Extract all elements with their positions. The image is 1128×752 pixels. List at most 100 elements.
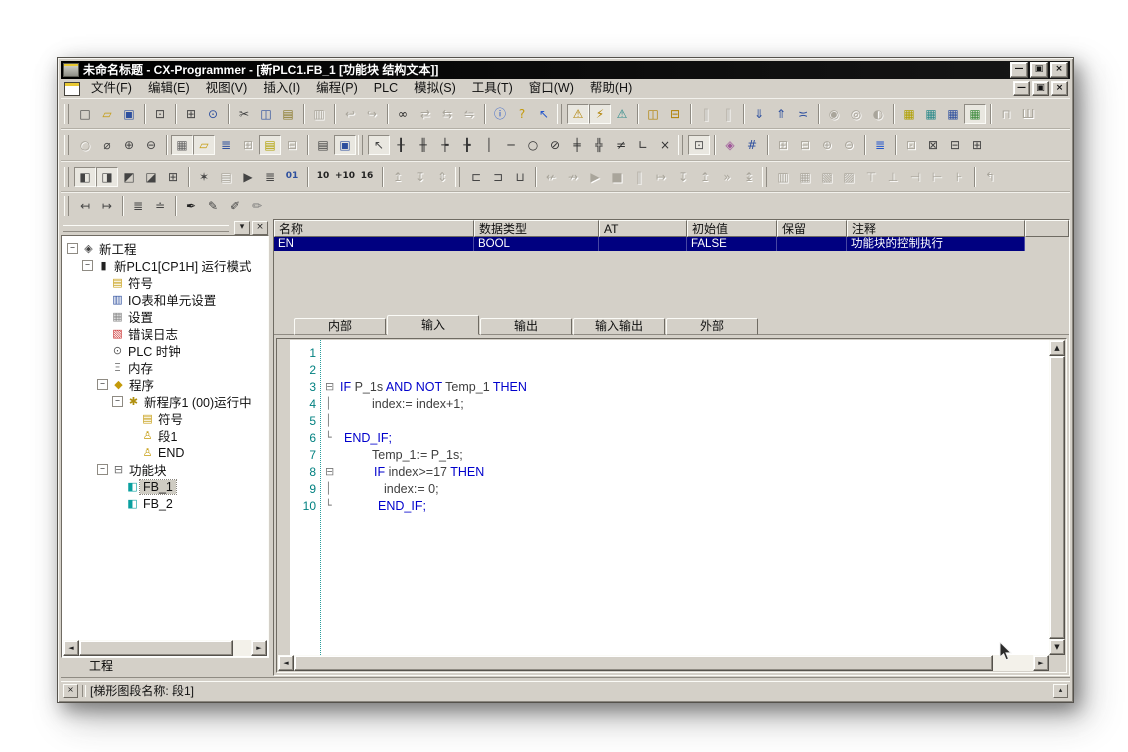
toolbar-grip[interactable] xyxy=(557,104,562,124)
close-button[interactable]: × xyxy=(1051,81,1068,96)
scroll-down-icon[interactable]: ▼ xyxy=(1049,639,1065,655)
paste-button[interactable]: ▤ xyxy=(277,104,299,124)
tree-item-program-1-symbols[interactable]: ▤符号 xyxy=(63,410,267,427)
tree-item-fb-2[interactable]: ◧FB_2 xyxy=(63,495,267,512)
select-mode-button[interactable]: ↖ xyxy=(368,135,390,155)
column-header-retained[interactable]: 保留 xyxy=(777,220,847,237)
toolbar-grip[interactable] xyxy=(455,167,460,187)
variable-row-en[interactable]: ENBOOLFALSE功能块的控制执行 xyxy=(274,237,1025,251)
zoom-custom-button[interactable]: ⌀ xyxy=(96,135,118,155)
bookmark-toggle-button[interactable]: ✒ xyxy=(180,196,202,216)
online-edit-release-button[interactable]: ⊔ xyxy=(509,167,531,187)
new-closed-coil-button[interactable]: ⊘ xyxy=(544,135,566,155)
expander-function-blocks[interactable]: − xyxy=(97,464,108,475)
tree-item-memory[interactable]: Ξ内存 xyxy=(63,359,267,376)
format-align-button[interactable]: ≐ xyxy=(149,196,171,216)
upload-from-plc-button[interactable]: ⇑ xyxy=(770,104,792,124)
keyboard-mapping-button[interactable]: # xyxy=(741,135,763,155)
output-scroll-up-button[interactable]: ▴ xyxy=(1053,684,1068,698)
menu-help[interactable]: 帮助(H) xyxy=(582,80,640,97)
bookmark-prev-button[interactable]: ✐ xyxy=(224,196,246,216)
scroll-left-icon[interactable]: ◄ xyxy=(278,655,294,671)
format-list-button[interactable]: ≣ xyxy=(127,196,149,216)
minimize-button[interactable]: — xyxy=(1013,81,1030,96)
editor-vscroll-thumb[interactable] xyxy=(1049,356,1065,639)
code-line-7[interactable]: 7Temp_1:= P_1s; xyxy=(290,447,1049,464)
variable-tab-2[interactable]: 输出 xyxy=(480,318,572,335)
scroll-left-icon[interactable]: ◄ xyxy=(63,640,79,656)
tree-item-section-end[interactable]: ♙END xyxy=(63,444,267,461)
code-line-10[interactable]: 10└END_IF; xyxy=(290,498,1049,515)
about-info-button[interactable]: ⓘ xyxy=(489,104,511,124)
toolbar-grip[interactable] xyxy=(762,167,767,187)
copy-button[interactable]: ◫ xyxy=(255,104,277,124)
expander-project-root[interactable]: − xyxy=(67,243,78,254)
code-area[interactable]: 123⊟IF P_1s AND NOT Temp_1 THEN4│index:=… xyxy=(290,340,1049,655)
indent-button[interactable]: ↦ xyxy=(96,196,118,216)
menu-simulation[interactable]: 模拟(S) xyxy=(406,80,464,97)
column-header-data_type[interactable]: 数据类型 xyxy=(474,220,599,237)
column-header-at[interactable]: AT xyxy=(599,220,687,237)
statement-list-view-button[interactable]: ≣ xyxy=(259,167,281,187)
zoom-in-button[interactable]: ⊕ xyxy=(118,135,140,155)
column-header-initial_value[interactable]: 初始值 xyxy=(687,220,777,237)
toggle-address-reference-button[interactable]: ⊞ xyxy=(162,167,184,187)
menu-insert[interactable]: 插入(I) xyxy=(255,80,308,97)
tree-hscroll-thumb[interactable] xyxy=(79,640,233,656)
mode-program-button[interactable]: ▦ xyxy=(898,104,920,124)
delete-connection-button[interactable]: × xyxy=(654,135,676,155)
print-preview-button[interactable]: ⊙ xyxy=(202,104,224,124)
compare-with-plc-button[interactable]: ≍ xyxy=(792,104,814,124)
force-status-sheet-button[interactable]: ⊠ xyxy=(922,135,944,155)
compile-all-button[interactable]: ⚡ xyxy=(589,104,611,124)
mnemonic-view-button[interactable]: ▤ xyxy=(312,135,334,155)
toolbar-grip[interactable] xyxy=(358,135,363,155)
show-grid-button[interactable]: ▦ xyxy=(171,135,193,155)
dock-menu-button[interactable]: ▾ xyxy=(234,221,250,235)
menu-window[interactable]: 窗口(W) xyxy=(521,80,582,97)
context-help-button[interactable]: ↖ xyxy=(533,104,555,124)
tree-item-program-1[interactable]: −✱新程序1 (00)运行中 xyxy=(63,393,267,410)
new-instruction-button[interactable]: ╪ xyxy=(566,135,588,155)
new-closed-contact-button[interactable]: ╫ xyxy=(412,135,434,155)
toolbar-grip[interactable] xyxy=(64,167,69,187)
column-header-name[interactable]: 名称 xyxy=(274,220,474,237)
workspace-tab-project[interactable]: 工程 xyxy=(64,658,138,676)
menu-edit[interactable]: 编辑(E) xyxy=(140,80,198,97)
toggle-workspace-button[interactable]: ◧ xyxy=(74,167,96,187)
mode-debug-button[interactable]: ▦ xyxy=(920,104,942,124)
toolbar-grip[interactable] xyxy=(678,135,683,155)
restore-button[interactable]: ▣ xyxy=(1030,62,1048,78)
work-online-button[interactable]: ◫ xyxy=(642,104,664,124)
cut-button[interactable]: ✂ xyxy=(233,104,255,124)
scroll-up-icon[interactable]: ▲ xyxy=(1049,340,1065,356)
zoom-out-button[interactable]: ⊖ xyxy=(140,135,162,155)
tree-item-settings[interactable]: ▦设置 xyxy=(63,308,267,325)
address-display-button[interactable]: ≣ xyxy=(215,135,237,155)
online-edit-begin-button[interactable]: ⊏ xyxy=(465,167,487,187)
variable-tab-1[interactable]: 输入 xyxy=(387,315,479,335)
document-window-icon[interactable] xyxy=(64,82,80,96)
online-edit-view-button[interactable]: ⊡ xyxy=(688,135,710,155)
tree-item-function-blocks[interactable]: −⊟功能块 xyxy=(63,461,267,478)
outdent-button[interactable]: ↤ xyxy=(74,196,96,216)
restore-button[interactable]: ▣ xyxy=(1032,81,1049,96)
symbol-tree-button[interactable]: ≣ xyxy=(869,135,891,155)
menu-file[interactable]: 文件(F) xyxy=(83,80,140,97)
bookmark-next-button[interactable]: ✎ xyxy=(202,196,224,216)
properties-button[interactable]: ✶ xyxy=(193,167,215,187)
print-button[interactable]: ⊞ xyxy=(180,104,202,124)
tree-item-error-log[interactable]: ▧错误日志 xyxy=(63,325,267,342)
compile-program-button[interactable]: ⚠ xyxy=(567,104,589,124)
toggle-output-window-button[interactable]: ◨ xyxy=(96,167,118,187)
code-line-9[interactable]: 9│index:= 0; xyxy=(290,481,1049,498)
tree-item-plc-clock[interactable]: ⊙PLC 时钟 xyxy=(63,342,267,359)
menu-program[interactable]: 编程(P) xyxy=(308,80,366,97)
toggle-watch-window-button[interactable]: ◩ xyxy=(118,167,140,187)
mode-monitor-button[interactable]: ▦ xyxy=(942,104,964,124)
toggle-info-window-button[interactable]: ◪ xyxy=(140,167,162,187)
bookmark-clear-button[interactable]: ✏ xyxy=(246,196,268,216)
symbol-report-button[interactable]: ⊡ xyxy=(149,104,171,124)
open-file-button[interactable]: ▱ xyxy=(96,104,118,124)
ci-view-button[interactable]: ▣ xyxy=(334,135,356,155)
